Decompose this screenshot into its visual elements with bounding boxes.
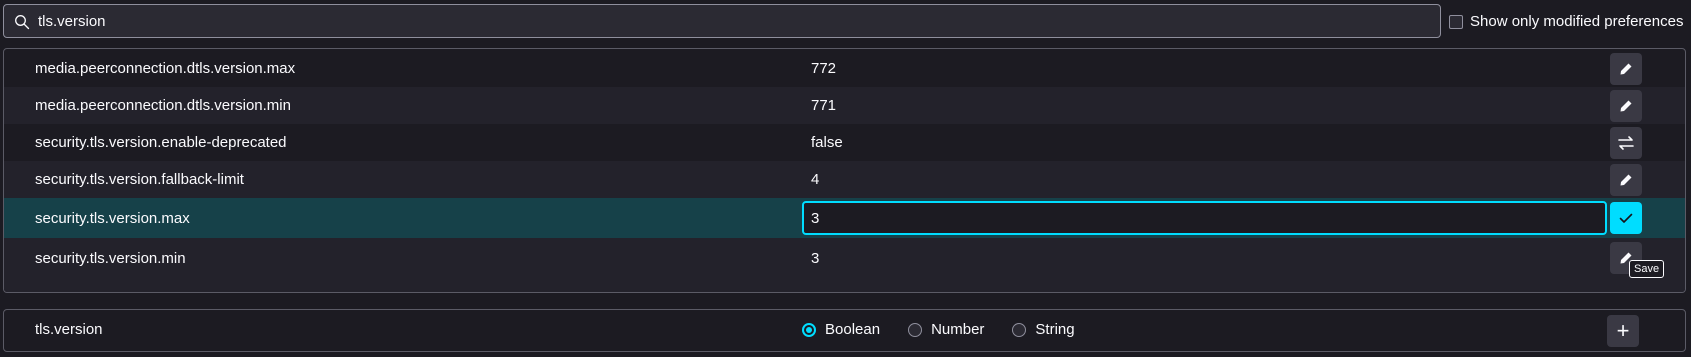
preferences-table: media.peerconnection.dtls.version.max 77… — [3, 48, 1686, 293]
pref-name: media.peerconnection.dtls.version.min — [35, 97, 291, 114]
pref-row: security.tls.version.min 3 — [4, 238, 1685, 292]
edit-icon — [1620, 174, 1632, 186]
radio-number[interactable] — [908, 322, 923, 337]
pref-row: media.peerconnection.dtls.version.min 77… — [4, 87, 1685, 124]
type-option-boolean[interactable]: Boolean — [802, 321, 880, 338]
toggle-icon — [1618, 136, 1634, 150]
type-label: Boolean — [825, 321, 881, 338]
pref-value: false — [811, 134, 843, 151]
save-icon — [1619, 213, 1633, 223]
edit-button[interactable] — [1610, 53, 1642, 85]
pref-value: 771 — [811, 97, 837, 114]
pref-name: security.tls.version.fallback-limit — [35, 171, 244, 188]
save-tooltip: Save — [1629, 260, 1665, 278]
edit-icon — [1620, 63, 1632, 75]
show-modified-label: Show only modified preferences — [1470, 13, 1684, 30]
pref-row: media.peerconnection.dtls.version.max 77… — [4, 49, 1685, 87]
pref-name: security.tls.version.min — [35, 250, 186, 267]
type-label: String — [1035, 321, 1075, 338]
edit-button[interactable] — [1610, 90, 1642, 122]
search-bar: Show only modified preferences — [3, 3, 1691, 40]
type-option-number[interactable]: Number — [908, 321, 984, 338]
search-icon — [15, 15, 30, 30]
save-button[interactable] — [1610, 202, 1642, 234]
show-modified-toggle[interactable]: Show only modified preferences — [1449, 13, 1683, 30]
pref-value-input[interactable] — [802, 201, 1607, 235]
search-box[interactable] — [3, 4, 1441, 38]
pref-name: media.peerconnection.dtls.version.max — [35, 60, 296, 77]
type-option-string[interactable]: String — [1012, 321, 1075, 338]
edit-button[interactable] — [1610, 164, 1642, 196]
pref-row-editing: security.tls.version.max — [4, 198, 1685, 238]
pref-value: 772 — [811, 60, 837, 77]
pref-row: security.tls.version.enable-deprecated f… — [4, 124, 1685, 161]
pref-value: 3 — [811, 250, 820, 267]
pref-name: security.tls.version.max — [35, 210, 190, 227]
new-pref-name: tls.version — [35, 321, 103, 338]
radio-string[interactable] — [1012, 322, 1027, 337]
add-preference-row: tls.version Boolean Number String + — [3, 309, 1686, 352]
add-button[interactable]: + — [1607, 315, 1639, 347]
search-input[interactable] — [38, 5, 1428, 37]
toggle-button[interactable] — [1610, 127, 1642, 159]
radio-boolean[interactable] — [802, 322, 816, 337]
show-modified-checkbox[interactable] — [1449, 14, 1463, 29]
type-label: Number — [931, 321, 985, 338]
pref-name: security.tls.version.enable-deprecated — [35, 134, 287, 151]
pref-type-options: Boolean Number String — [802, 321, 1075, 338]
pref-value: 4 — [811, 171, 820, 188]
add-icon: + — [1616, 318, 1630, 343]
pref-row: security.tls.version.fallback-limit 4 — [4, 161, 1685, 198]
edit-icon — [1620, 100, 1632, 112]
